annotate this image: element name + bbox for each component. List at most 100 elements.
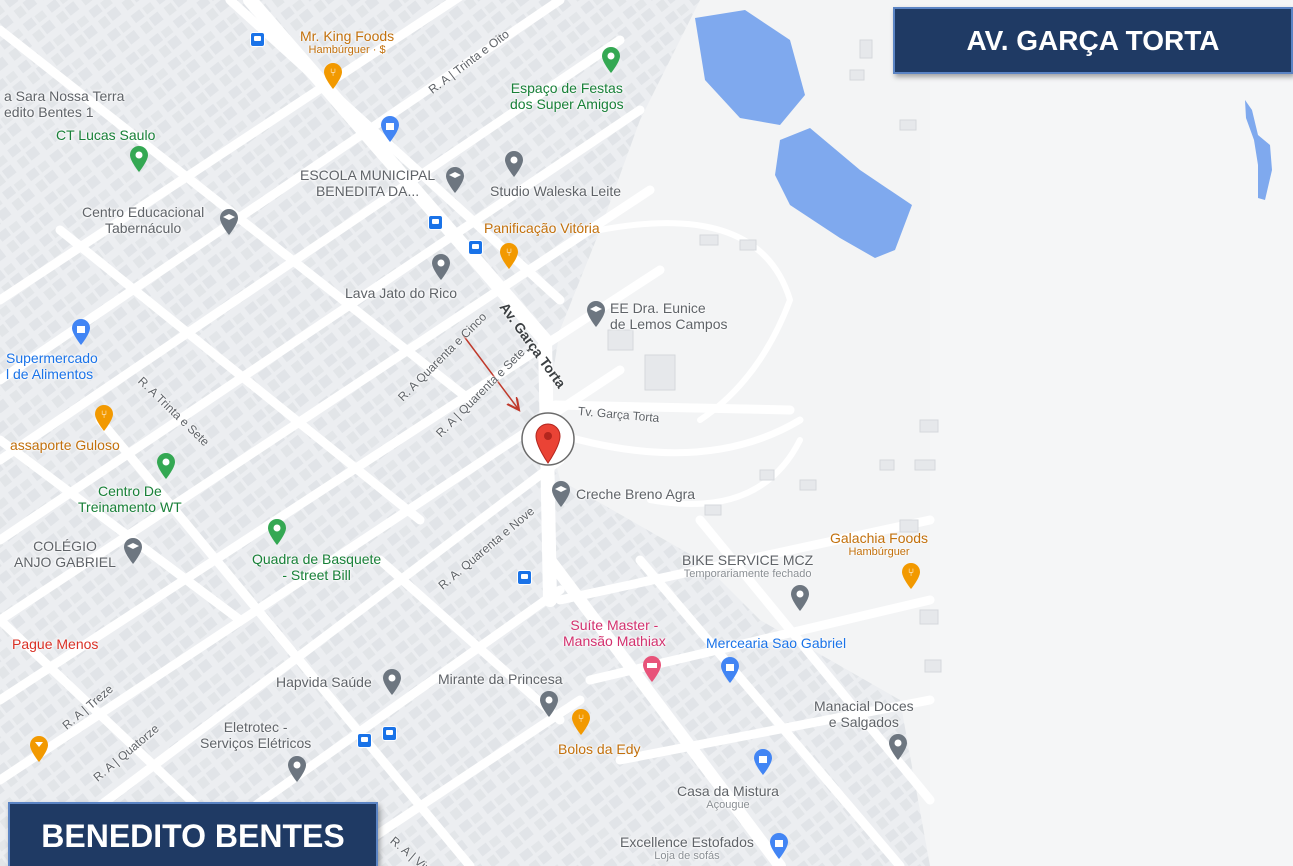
place-label-hapvida[interactable]: Hapvida Saúde xyxy=(276,674,372,690)
place-name: Supermercado xyxy=(6,350,98,366)
place-label-excellence[interactable]: Excellence Estofados Loja de sofás xyxy=(620,834,754,863)
place-label-centro-educacional[interactable]: Centro Educacional Tabernáculo xyxy=(82,204,204,236)
place-label-lava-jato[interactable]: Lava Jato do Rico xyxy=(345,285,457,301)
svg-text:⑂: ⑂ xyxy=(506,246,513,259)
place-pin-icon[interactable] xyxy=(430,253,452,281)
restaurant-pin-icon[interactable]: ⑂ xyxy=(570,708,592,736)
place-name: Galachia Foods xyxy=(830,530,929,546)
restaurant-pin-icon[interactable]: ⑂ xyxy=(93,404,115,432)
green-place-pin-icon[interactable] xyxy=(155,452,177,480)
place-name: Mansão Mathiax xyxy=(563,633,666,649)
place-pin-icon[interactable] xyxy=(381,668,403,696)
place-label-eletrotec[interactable]: Eletrotec - Serviços Elétricos xyxy=(200,719,311,751)
place-name: e Salgados xyxy=(828,714,899,730)
place-label-ct-lucas[interactable]: CT Lucas Saulo xyxy=(56,127,155,143)
place-name: dos Super Amigos xyxy=(510,96,624,112)
place-pin-icon[interactable] xyxy=(887,733,909,761)
avenue-title-box: AV. GARÇA TORTA xyxy=(893,7,1293,74)
place-name: edito Bentes 1 xyxy=(4,104,94,120)
green-place-pin-icon[interactable] xyxy=(128,145,150,173)
bus-stop-icon[interactable] xyxy=(382,726,397,741)
bar-pin-icon[interactable] xyxy=(28,735,50,763)
place-name: BENEDITA DA... xyxy=(315,183,420,199)
place-label-studio[interactable]: Studio Waleska Leite xyxy=(490,183,621,199)
place-label-sara[interactable]: a Sara Nossa Terra edito Bentes 1 xyxy=(4,88,124,120)
place-name: Suíte Master - xyxy=(570,617,659,633)
place-label-manacial[interactable]: Manacial Doces e Salgados xyxy=(814,698,914,730)
neighborhood-title-box: BENEDITO BENTES xyxy=(8,802,378,866)
place-pin-icon[interactable] xyxy=(538,690,560,718)
bus-stop-icon[interactable] xyxy=(517,570,532,585)
place-name: Manacial Doces xyxy=(814,698,914,714)
place-label-ee-eunice[interactable]: EE Dra. Eunice de Lemos Campos xyxy=(610,300,728,332)
shopping-pin-icon[interactable] xyxy=(752,748,774,776)
place-name: Excellence Estofados xyxy=(620,834,754,850)
place-category: Hambúrguer xyxy=(848,546,910,558)
place-name: Eletrotec - xyxy=(223,719,288,735)
place-label-bike-service[interactable]: BIKE SERVICE MCZ Temporariamente fechado xyxy=(682,552,813,581)
shopping-pin-icon[interactable] xyxy=(768,832,790,860)
place-label-pague-menos[interactable]: Pague Menos xyxy=(12,636,98,652)
place-name: ANJO GABRIEL xyxy=(14,554,116,570)
svg-text:⑂: ⑂ xyxy=(101,408,108,421)
place-category: Hambúrguer · $ xyxy=(308,44,386,56)
restaurant-pin-icon[interactable]: ⑂ xyxy=(322,62,344,90)
place-pin-icon[interactable] xyxy=(286,755,308,783)
place-label-espaco-festas[interactable]: Espaço de Festas dos Super Amigos xyxy=(510,80,624,112)
place-name: Quadra de Basquete xyxy=(252,551,382,567)
place-label-passaporte[interactable]: assaporte Guloso xyxy=(10,437,120,453)
place-name: Centro Educacional xyxy=(82,204,205,220)
shopping-pin-icon[interactable] xyxy=(379,115,401,143)
place-name: EE Dra. Eunice xyxy=(610,300,706,316)
place-pin-icon[interactable] xyxy=(503,150,525,178)
school-pin-icon[interactable] xyxy=(550,480,572,508)
school-pin-icon[interactable] xyxy=(444,166,466,194)
school-pin-icon[interactable] xyxy=(218,208,240,236)
place-label-suite-master[interactable]: Suíte Master - Mansão Mathiax xyxy=(563,617,666,649)
place-label-creche[interactable]: Creche Breno Agra xyxy=(576,486,695,502)
place-label-quadra[interactable]: Quadra de Basquete - Street Bill xyxy=(252,551,381,583)
place-label-supermercado[interactable]: Supermercado l de Alimentos xyxy=(6,350,98,382)
place-label-bolos[interactable]: Bolos da Edy xyxy=(558,741,641,757)
school-pin-icon[interactable] xyxy=(585,300,607,328)
place-name: Centro De xyxy=(97,483,162,499)
bus-stop-icon[interactable] xyxy=(250,32,265,47)
place-label-mr-king[interactable]: Mr. King Foods Hambúrguer · $ xyxy=(300,28,394,57)
place-label-escola-municipal[interactable]: ESCOLA MUNICIPAL BENEDITA DA... xyxy=(300,167,435,199)
place-category: Açougue xyxy=(706,799,750,811)
place-name: a Sara Nossa Terra xyxy=(4,88,125,104)
place-status: Temporariamente fechado xyxy=(683,568,812,580)
shopping-pin-icon[interactable] xyxy=(70,318,92,346)
bus-stop-icon[interactable] xyxy=(357,733,372,748)
hotel-pin-icon[interactable] xyxy=(641,655,663,683)
bus-stop-icon[interactable] xyxy=(468,240,483,255)
map-view[interactable]: ⑂ ⑂ ⑂ ⑂ ⑂ R. A | Trinta e Oito Av. Garça… xyxy=(0,0,1293,866)
place-name: ESCOLA MUNICIPAL xyxy=(300,167,436,183)
place-name: Serviços Elétricos xyxy=(200,735,312,751)
school-pin-icon[interactable] xyxy=(122,537,144,565)
svg-text:⑂: ⑂ xyxy=(330,66,337,79)
place-label-mirante[interactable]: Mirante da Princesa xyxy=(438,671,563,687)
shopping-pin-icon[interactable] xyxy=(719,656,741,684)
place-label-centro-treinamento[interactable]: Centro De Treinamento WT xyxy=(78,483,182,515)
place-name: Tabernáculo xyxy=(104,220,182,236)
place-name: Casa da Mistura xyxy=(677,783,779,799)
location-marker[interactable] xyxy=(521,412,575,466)
green-place-pin-icon[interactable] xyxy=(600,46,622,74)
place-label-casa-mistura[interactable]: Casa da Mistura Açougue xyxy=(677,783,779,812)
place-label-panificacao[interactable]: Panificação Vitória xyxy=(484,220,600,236)
place-category: Loja de sofás xyxy=(654,850,720,862)
restaurant-pin-icon[interactable]: ⑂ xyxy=(498,242,520,270)
place-label-mercearia[interactable]: Mercearia Sao Gabriel xyxy=(706,635,846,651)
svg-text:⑂: ⑂ xyxy=(908,566,915,579)
place-name: BIKE SERVICE MCZ xyxy=(682,552,814,568)
place-label-colegio[interactable]: COLÉGIO ANJO GABRIEL xyxy=(14,538,116,570)
svg-text:⑂: ⑂ xyxy=(578,712,585,725)
avenue-title: AV. GARÇA TORTA xyxy=(966,24,1220,56)
place-pin-icon[interactable] xyxy=(789,584,811,612)
green-place-pin-icon[interactable] xyxy=(266,518,288,546)
bus-stop-icon[interactable] xyxy=(428,215,443,230)
restaurant-pin-icon[interactable]: ⑂ xyxy=(900,562,922,590)
place-label-galachia[interactable]: Galachia Foods Hambúrguer xyxy=(830,530,928,559)
place-name: COLÉGIO xyxy=(33,538,97,554)
